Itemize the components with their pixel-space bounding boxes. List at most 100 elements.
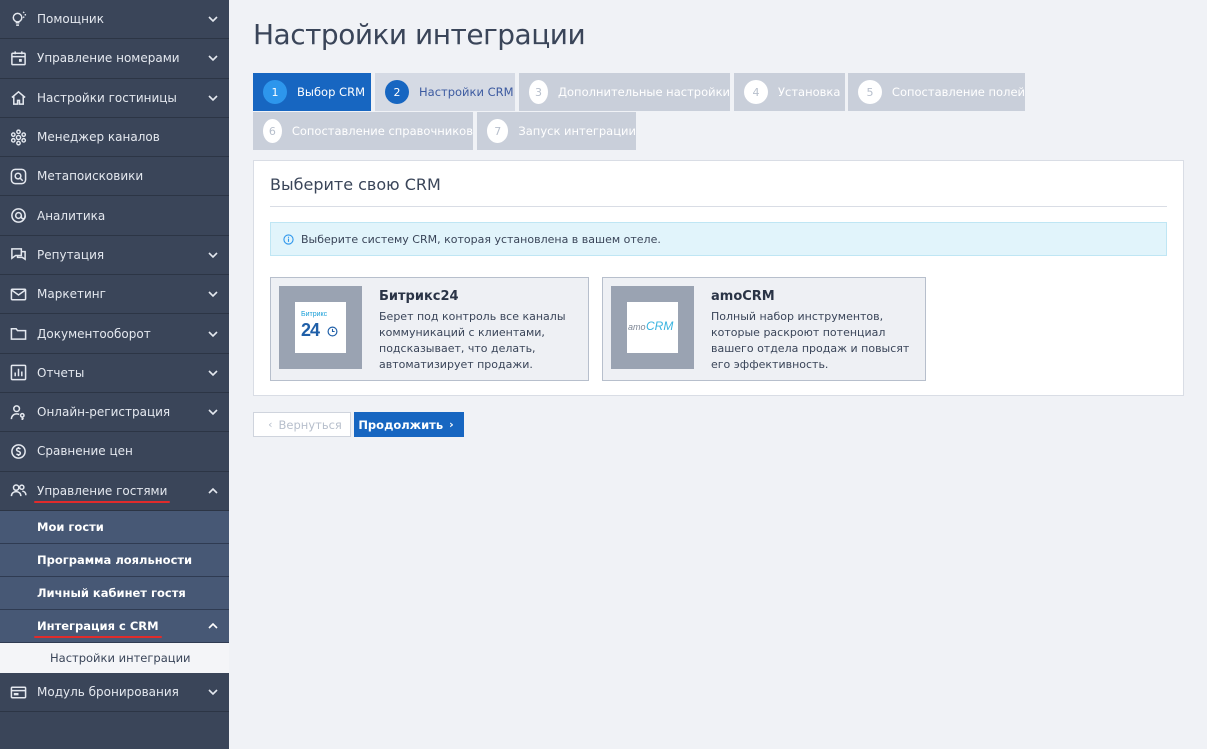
mail-icon [9,285,27,303]
sidebar-item-metasearch[interactable]: Метапоисковики [0,157,229,197]
sidebar-item-rooms[interactable]: Управление номерами [0,39,229,79]
sidebar-subitem-label: Интеграция с CRM [34,618,162,638]
sidebar-item-analytics[interactable]: Аналитика [0,196,229,236]
chevron-left-icon: ‹ [268,418,273,431]
step-additional-settings[interactable]: 3 Дополнительные настройки [519,73,730,111]
chevron-down-icon [208,288,218,298]
lightbulb-icon [9,10,27,28]
sidebar-item-price-comparison[interactable]: Сравнение цен [0,432,229,472]
crm-description: Полный набор инструментов, которые раскр… [711,310,910,371]
chevron-up-icon [208,485,218,495]
sidebar-subitem-crm-integration[interactable]: Интеграция с CRM [0,609,229,643]
sidebar-item-label: Маркетинг [37,287,106,302]
sidebar-item-online-registration[interactable]: Онлайн-регистрация [0,393,229,433]
step-dictionary-mapping[interactable]: 6 Сопоставление справочников [253,112,473,150]
sidebar-subitem-label: Настройки интеграции [50,650,191,665]
sidebar-item-documents[interactable]: Документооборот [0,314,229,354]
step-number: 4 [744,80,768,104]
crm-option-amocrm[interactable]: amo CRM amoCRM Полный набор инструментов… [602,277,926,381]
sidebar-subitem-label: Мои гости [37,519,104,534]
sidebar-item-booking-module[interactable]: Модуль бронирования [0,673,229,713]
home-icon [9,89,27,107]
sidebar-subitem-integration-settings[interactable]: Настройки интеграции [0,642,229,673]
sidebar-item-label: Помощник [37,12,104,27]
sidebar-item-channel-manager[interactable]: Менеджер каналов [0,118,229,158]
step-label: Установка [778,85,841,99]
chevron-down-icon [208,249,218,259]
card-title: Выберите свою CRM [270,175,441,194]
sidebar-item-assistant[interactable]: Помощник [0,0,229,40]
back-button-label: Вернуться [278,417,342,432]
network-icon [9,128,27,146]
step-number: 5 [858,80,882,104]
continue-button-label: Продолжить [358,417,444,432]
alert-text: Выберите систему CRM, которая установлен… [301,232,661,246]
crm-description: Берет под контроль все каналы коммуникац… [379,310,566,371]
chevron-down-icon [208,686,218,696]
crm-option-bitrix24[interactable]: Битрикс 24 Битрикс24 Берет под контроль … [270,277,589,381]
crm-name: Битрикс24 [379,289,459,304]
crm-select-card: Выберите свою CRM Выберите систему CRM, … [253,160,1184,396]
search-icon [9,167,27,185]
sidebar-item-label: Управление гостями [33,483,171,503]
info-icon [283,233,294,245]
sidebar-item-label: Менеджер каналов [37,130,160,145]
step-launch-integration[interactable]: 7 Запуск интеграции [477,112,636,150]
amocrm-logo: amo CRM [627,302,678,353]
sidebar-item-label: Документооборот [37,326,151,341]
step-label: Выбор CRM [297,85,365,99]
step-number: 3 [529,80,549,104]
sidebar-item-reports[interactable]: Отчеты [0,354,229,393]
sidebar-subitem-my-guests[interactable]: Мои гости [0,510,229,544]
logo-frame: Битрикс 24 [279,286,362,369]
at-icon [9,207,27,225]
chevron-down-icon [208,406,218,416]
sidebar-item-guest-management[interactable]: Управление гостями [0,472,229,511]
chat-icon [9,246,27,264]
crm-name: amoCRM [711,289,775,304]
step-number: 1 [263,80,287,104]
sidebar-item-hotel-settings[interactable]: Настройки гостиницы [0,79,229,118]
step-label: Запуск интеграции [518,124,636,138]
sidebar-subitem-guest-account[interactable]: Личный кабинет гостя [0,576,229,610]
continue-button[interactable]: Продолжить › [354,412,464,437]
chart-icon [9,364,27,382]
chevron-down-icon [208,13,218,23]
page-title: Настройки интеграции [253,18,586,51]
chevron-down-icon [208,367,218,377]
folder-icon [9,325,27,343]
chevron-right-icon: › [449,418,454,431]
step-installation[interactable]: 4 Установка [734,73,845,111]
sidebar-item-label: Сравнение цен [37,444,133,459]
sidebar-item-label: Метапоисковики [37,169,144,184]
sidebar-subitem-label: Личный кабинет гостя [37,585,186,600]
logo-frame: amo CRM [611,286,694,369]
chevron-up-icon [208,620,218,630]
chevron-down-icon [208,328,218,338]
sidebar-item-label: Управление номерами [37,51,180,66]
info-alert: Выберите систему CRM, которая установлен… [270,222,1167,256]
sidebar: Помощник Управление номерами Настройки г… [0,0,229,749]
users-icon [9,482,27,500]
sidebar-item-label: Модуль бронирования [37,685,179,699]
user-key-icon [9,403,27,421]
sidebar-item-label: Настройки гостиницы [37,90,177,105]
sidebar-item-marketing[interactable]: Маркетинг [0,275,229,315]
step-number: 6 [263,119,282,143]
chevron-down-icon [208,52,218,62]
step-label: Сопоставление справочников [291,124,473,138]
step-select-crm[interactable]: 1 Выбор CRM [253,73,371,111]
sidebar-item-reputation[interactable]: Репутация [0,236,229,276]
step-label: Настройки CRM [419,85,514,99]
sidebar-item-label: Аналитика [37,208,106,223]
sidebar-item-label: Онлайн-регистрация [37,405,171,420]
bitrix24-logo: Битрикс 24 [295,302,346,353]
sidebar-item-label: Отчеты [37,365,85,380]
sidebar-subitem-loyalty[interactable]: Программа лояльности [0,543,229,577]
booking-icon [9,683,27,701]
step-crm-settings[interactable]: 2 Настройки CRM [375,73,515,111]
step-field-mapping[interactable]: 5 Сопоставление полей [848,73,1025,111]
back-button[interactable]: ‹ Вернуться [253,412,351,437]
step-number: 7 [487,119,509,143]
step-label: Сопоставление полей [891,85,1025,99]
